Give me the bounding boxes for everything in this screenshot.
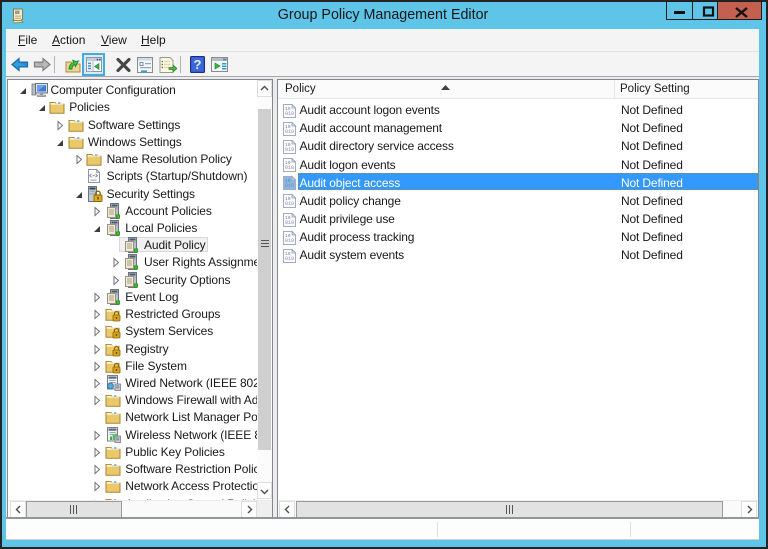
svg-text:010: 010 — [285, 165, 294, 171]
svg-text:010: 010 — [285, 183, 294, 189]
svg-text:010: 010 — [285, 201, 294, 207]
svg-text:010: 010 — [285, 147, 294, 153]
svg-text:010: 010 — [285, 238, 294, 244]
svg-text:?: ? — [194, 57, 202, 72]
svg-text:010: 010 — [285, 220, 294, 226]
svg-text:010: 010 — [285, 129, 294, 135]
svg-text:010: 010 — [285, 256, 294, 262]
svg-text:010: 010 — [285, 111, 294, 117]
